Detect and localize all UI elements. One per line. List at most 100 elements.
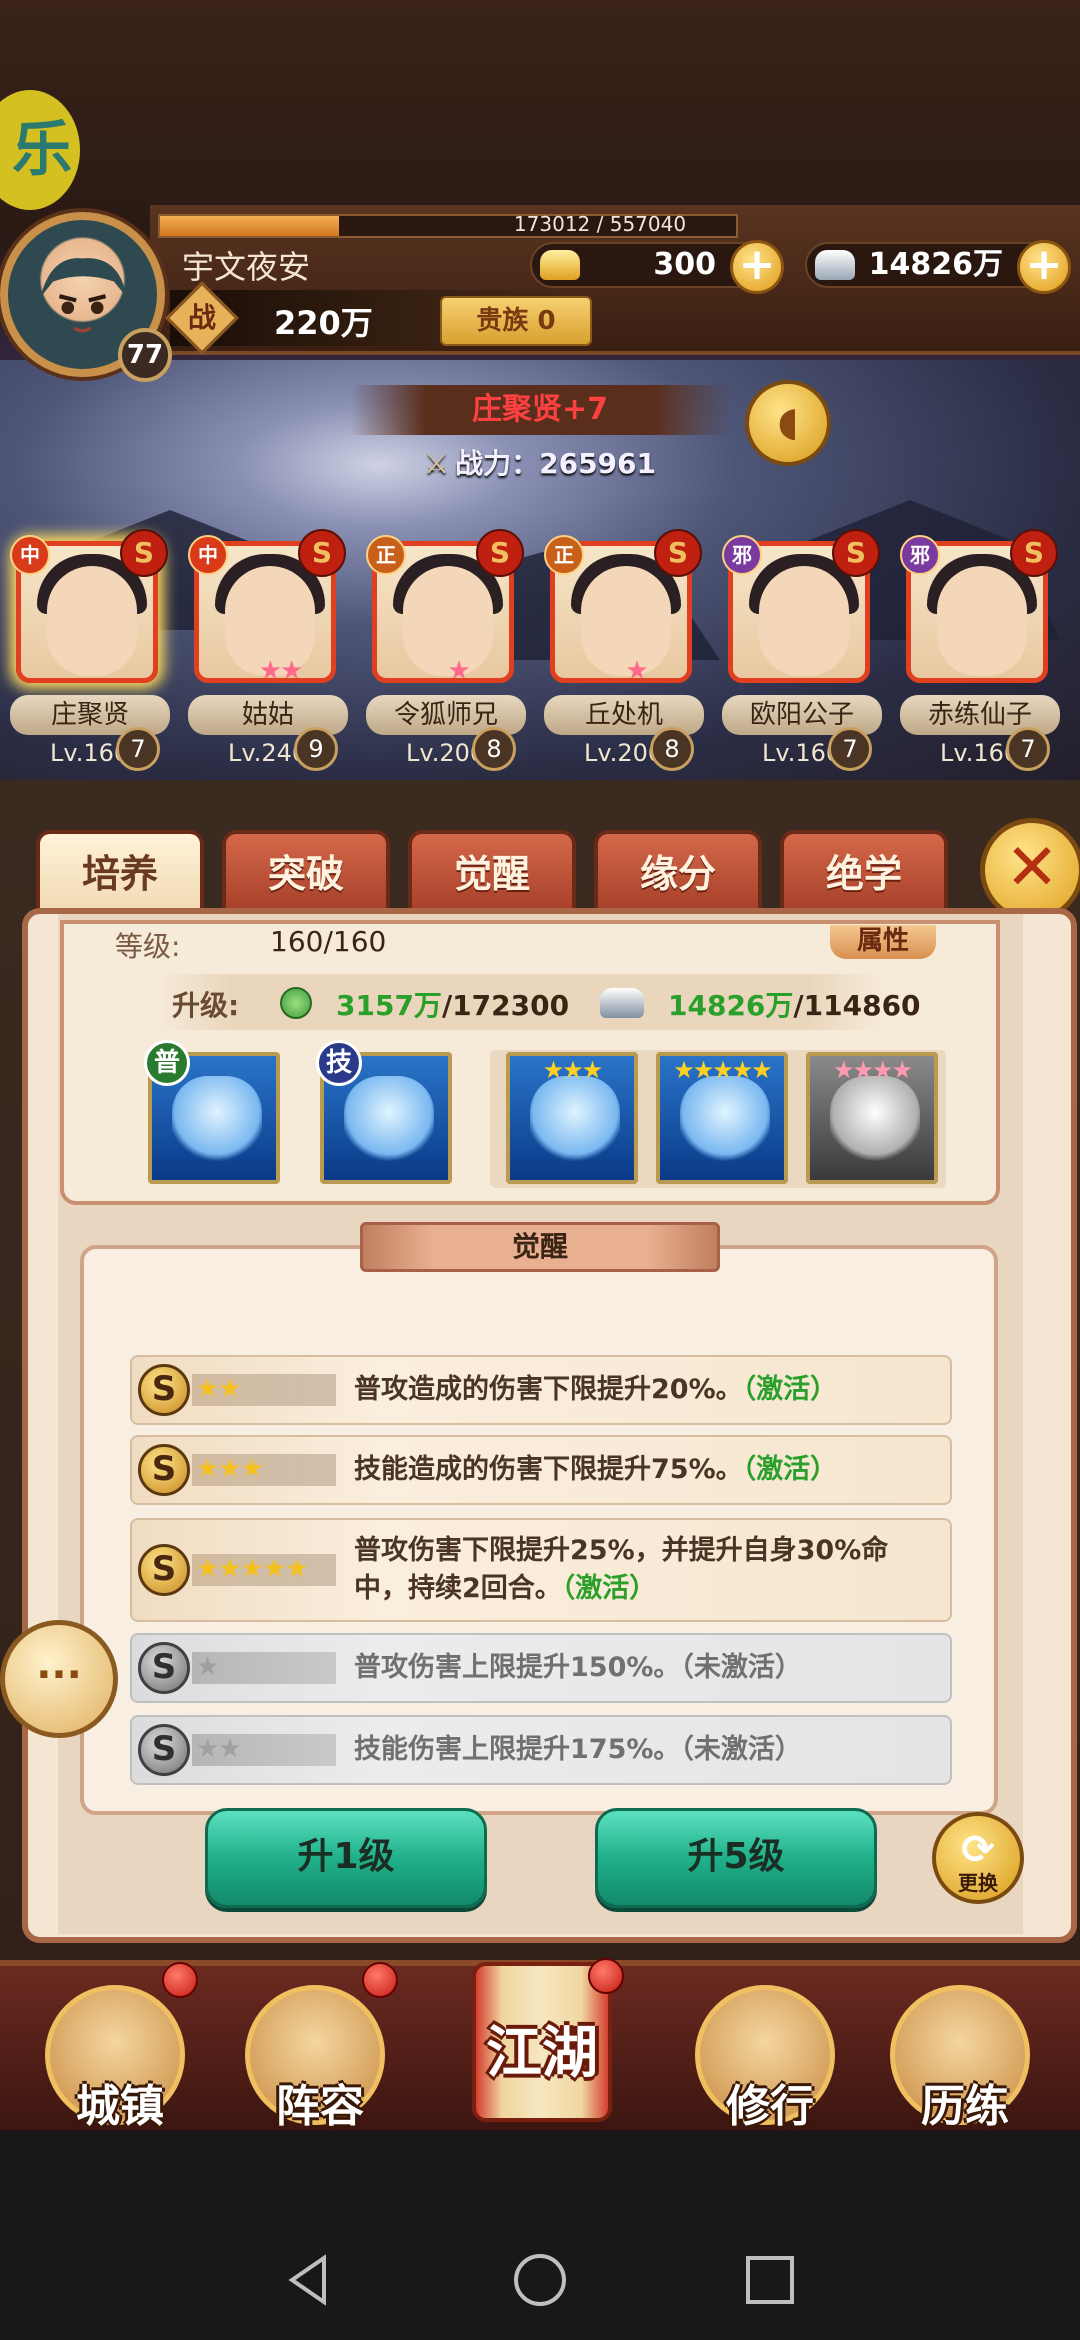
hero-star-count: 7 [828,727,872,771]
awaken-skill-row: S ★ 普攻伤害上限提升150%。（未激活） [130,1633,952,1703]
silver-cost: 14826万/114860 [668,989,921,1022]
tab-4[interactable]: 绝学 [780,830,948,918]
gauntlet-icon [344,1076,434,1166]
nav-item-4[interactable]: 历练 [890,1985,1030,2132]
slot-stars: ★★★★ [832,1056,913,1084]
awaken-skill-row: S ★★★★★ 普攻伤害下限提升25%，并提升自身30%命中，持续2回合。（激活） [130,1518,952,1622]
skill-status: （激活） [561,1573,657,1604]
awaken-skill-row: S ★★ 普攻造成的伤害下限提升20%。（激活） [130,1355,952,1425]
event-emblem-icon[interactable]: 乐 [0,90,80,210]
dragon-emblem-icon: S [476,529,524,577]
skill-stars: ★★★★★ [192,1554,336,1586]
hero-star-count: 7 [116,727,160,771]
awaken-title: 觉醒 [360,1222,720,1272]
tab-0[interactable]: 培养 [36,830,204,918]
hero-card[interactable]: ★ 正 S 丘处机 Lv.200 8 [544,529,704,775]
equipment-slot[interactable]: ★★★★★ [656,1052,788,1184]
hero-face [937,566,1027,676]
add-silver-button[interactable]: + [1017,240,1071,294]
hero-star-count: 8 [472,727,516,771]
dragon-emblem-icon: S [120,529,168,577]
player-level-badge: 77 [118,328,172,382]
hero-card[interactable]: 邪 S 欧阳公子 Lv.160 7 [722,529,882,775]
hero-card[interactable]: ★ 正 S 令狐师兄 Lv.200 8 [366,529,526,775]
hero-card[interactable]: 邪 S 赤练仙子 Lv.160 7 [900,529,1060,775]
attribute-button[interactable]: 属性 [830,925,936,959]
faction-tag: 邪 [722,535,762,575]
recents-icon[interactable] [740,2250,800,2310]
hero-stars: ★ [447,656,470,683]
crossed-swords-icon: ⚔ [423,447,450,480]
nav-item-3[interactable]: 修行 [695,1985,835,2132]
noble-button[interactable]: 贵族 0 [440,296,592,346]
tab-3[interactable]: 缘分 [594,830,762,918]
home-icon[interactable] [510,2250,570,2310]
faction-tag: 正 [366,535,406,575]
hero-card[interactable]: 中 S 庄聚贤 Lv.160 7 [10,529,170,775]
skill-rank-icon: S [138,1364,190,1416]
hero-title: 庄聚贤+7 [350,385,730,435]
combat-icon: 战 [165,281,239,355]
skill-desc: 技能造成的伤害下限提升75%。 [354,1454,743,1485]
skill-text: 普攻伤害下限提升25%，并提升自身30%命中，持续2回合。（激活） [354,1532,930,1608]
nav-jianghu[interactable]: 江湖 [452,1958,632,2132]
nav-label: 江湖 [486,2021,598,2086]
hero-stars: ★ [625,656,648,683]
gold-ingot-icon [540,250,580,280]
skill-rank-icon: S [138,1444,190,1496]
exp-cost: 3157万/172300 [336,989,570,1022]
exp-progress-fill [160,216,339,236]
skill-stars: ★★★ [192,1454,336,1486]
skill-text: 技能伤害上限提升175%。（未激活） [354,1731,930,1769]
combat-value: 220万 [274,304,373,342]
silver-currency: 14826万 + [805,240,1071,294]
dragon-emblem-icon: S [298,529,346,577]
close-button[interactable]: ✕ [980,818,1080,922]
gauntlet-icon [830,1076,920,1166]
nav-label: 阵容 [276,2081,364,2132]
avatar-face-icon [40,258,127,333]
tab-2[interactable]: 觉醒 [408,830,576,918]
nav-label: 修行 [726,2081,814,2132]
skill-desc: 普攻伤害上限提升150%。 [354,1652,681,1683]
upgrade-5-button[interactable]: 升5级 [595,1808,877,1908]
dragon-emblem-icon: S [1010,529,1058,577]
hero-star-count: 9 [294,727,338,771]
gauntlet-icon [530,1076,620,1166]
skill-status: （激活） [742,1454,838,1485]
gauntlet-icon [680,1076,770,1166]
hero-star-count: 8 [650,727,694,771]
game-screen: 乐 173012 / 557040 77 宇文夜安 300 + 14826万 +… [0,0,1080,2340]
skill-text: 普攻伤害上限提升150%。（未激活） [354,1649,930,1687]
hero-card[interactable]: ★★ 中 S 姑姑 Lv.240 9 [188,529,348,775]
back-icon[interactable] [280,2250,340,2310]
refresh-icon: ⟳ [961,1827,995,1873]
gold-currency: 300 + [530,240,784,294]
skill-desc: 普攻造成的伤害下限提升20%。 [354,1374,743,1405]
tab-1[interactable]: 突破 [222,830,390,918]
chat-button[interactable]: ··· [0,1620,118,1738]
skill-desc: 技能伤害上限提升175%。 [354,1734,681,1765]
equipment-slot[interactable]: ★★★ [506,1052,638,1184]
slot-stars: ★★★★★ [673,1056,773,1084]
nav-label: 历练 [921,2081,1009,2132]
skill-rank-icon: S [138,1642,190,1694]
dragon-emblem-icon: S [832,529,880,577]
skill-rank-icon: S [138,1544,190,1596]
skill-rank-icon: S [138,1724,190,1776]
faction-tag: 正 [544,535,584,575]
equipment-slot[interactable]: ★★★★ [806,1052,938,1184]
faction-tag: 中 [188,535,228,575]
silver-ingot-icon [815,250,855,280]
hero-star-count: 7 [1006,727,1050,771]
voice-button[interactable]: ◖ [745,380,831,466]
add-gold-button[interactable]: + [730,240,784,294]
nav-item-0[interactable]: 城镇 [45,1962,198,2132]
dragon-emblem-icon: S [654,529,702,577]
exp-text: 173012 / 557040 [513,212,687,236]
exp-pill-icon [280,987,312,1019]
upgrade-1-button[interactable]: 升1级 [205,1808,487,1908]
hero-power-label: 战力： [455,447,540,480]
swap-button[interactable]: ⟳ 更换 [932,1812,1024,1904]
nav-item-1[interactable]: 阵容 [245,1962,398,2132]
